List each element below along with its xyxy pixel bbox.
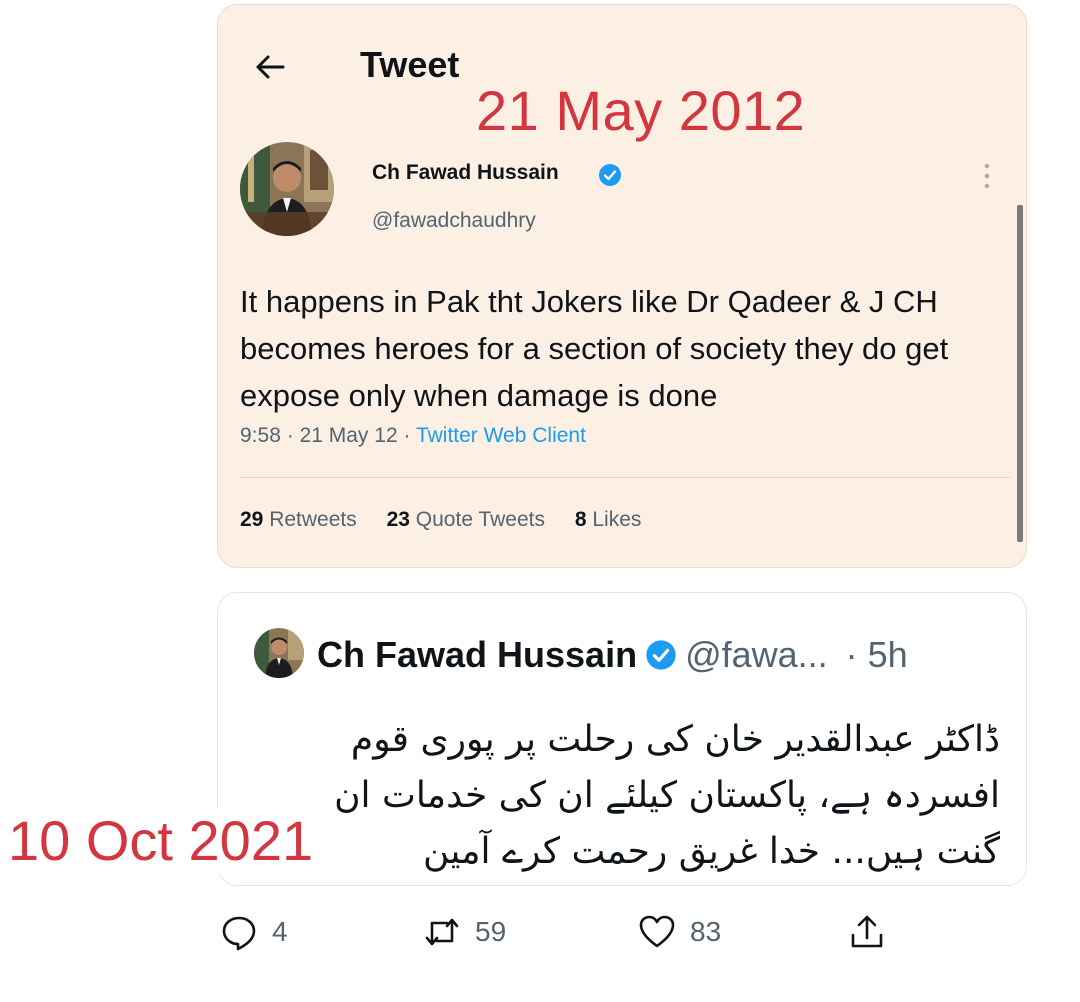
likes-stat[interactable]: 8 Likes — [575, 508, 642, 531]
tweet-time[interactable]: · 5h — [846, 634, 908, 675]
retweet-button[interactable]: 59 — [423, 910, 506, 954]
tweet-text: It happens in Pak tht Jokers like Dr Qad… — [240, 284, 949, 413]
tweet-stats: 29 Retweets 23 Quote Tweets 8 Likes — [240, 508, 665, 532]
heart-icon — [639, 915, 675, 948]
reply-button[interactable]: 4 — [220, 910, 288, 954]
author-handle[interactable]: @fawa... — [685, 634, 828, 675]
retweet-icon — [425, 918, 459, 946]
author-name[interactable]: Ch Fawad Hussain — [372, 161, 559, 185]
share-button[interactable] — [848, 910, 886, 954]
overlay-date-bottom: 10 Oct 2021 — [8, 808, 320, 873]
likes-label: Likes — [592, 508, 642, 531]
retweets-label: Retweets — [269, 508, 357, 531]
tweet-text-line: افسردہ ہے، پاکستان کیلئے ان کی خدمات ان — [334, 775, 1000, 816]
quotes-stat[interactable]: 23 Quote Tweets — [387, 508, 545, 531]
tweet-text-line: گنت ہیں... خدا غریق رحمت کرے آمین — [422, 831, 1000, 872]
like-button[interactable]: 83 — [638, 910, 721, 954]
verified-badge-icon — [646, 640, 676, 670]
share-icon — [851, 915, 883, 948]
reply-icon — [222, 916, 256, 951]
likes-count: 8 — [574, 508, 587, 531]
page-title: Tweet — [360, 44, 460, 85]
meta-separator: · — [403, 424, 411, 447]
author-handle[interactable]: @fawadchaudhry — [372, 209, 536, 233]
verified-badge-icon — [599, 164, 621, 186]
quotes-count: 23 — [386, 508, 410, 531]
quotes-label: Quote Tweets — [415, 508, 545, 531]
tweet-text: ڈاکٹر عبدالقدیر خان کی رحلت پر پوری قوم … — [280, 712, 1000, 880]
tweet-header: Ch Fawad Hussain @fawa... · 5h — [317, 634, 908, 676]
retweet-count: 59 — [475, 916, 507, 947]
overlay-date-top: 21 May 2012 — [476, 79, 806, 142]
retweets-stat[interactable]: 29 Retweets — [240, 508, 357, 531]
tweet-time: 9:58 — [240, 424, 281, 447]
tweet-text-line: ڈاکٹر عبدالقدیر خان کی رحلت پر پوری قوم — [350, 719, 1000, 760]
reply-count: 4 — [272, 916, 288, 947]
tweet-date: 21 May 12 — [299, 424, 398, 447]
author-name[interactable]: Ch Fawad Hussain — [317, 634, 637, 675]
scrollbar[interactable] — [1017, 205, 1023, 542]
avatar[interactable] — [240, 142, 334, 236]
tweet-meta: 9:58 · 21 May 12 · Twitter Web Client — [240, 424, 586, 448]
arrow-left-icon[interactable] — [253, 50, 287, 84]
retweets-count: 29 — [240, 508, 264, 531]
divider — [240, 477, 1010, 478]
avatar[interactable] — [254, 628, 304, 678]
meta-separator: · — [286, 424, 294, 447]
tweet-actions: 4 59 83 — [220, 910, 920, 960]
client-link[interactable]: Twitter Web Client — [416, 424, 586, 447]
like-count: 83 — [690, 916, 722, 947]
more-vertical-icon[interactable] — [980, 160, 994, 192]
